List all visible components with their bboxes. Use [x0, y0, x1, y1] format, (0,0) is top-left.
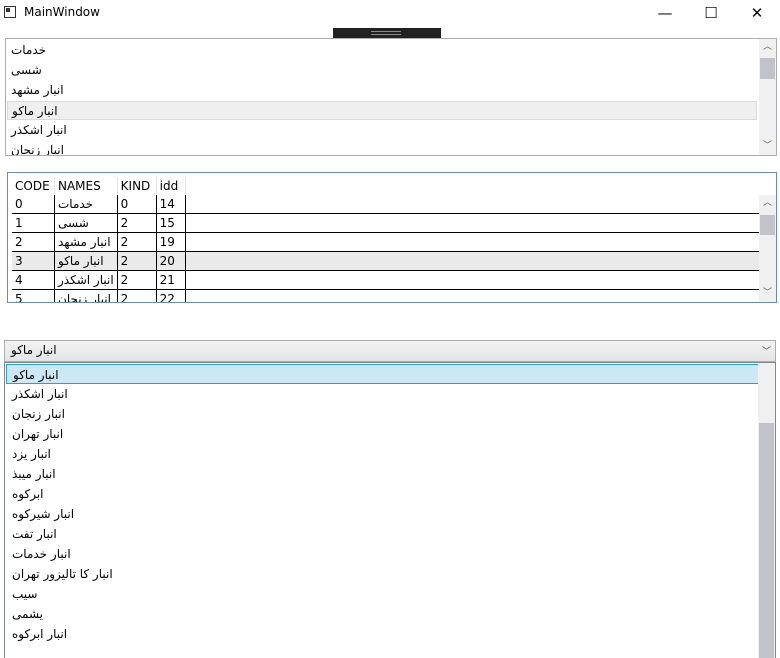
maximize-button[interactable]: ☐: [688, 0, 734, 26]
warehouse-combobox[interactable]: انبار ماکو ﹀: [4, 340, 776, 362]
row-filler: [185, 251, 773, 271]
dropdown-option[interactable]: انبار تهران: [6, 424, 760, 444]
column-header[interactable]: CODE: [12, 177, 55, 195]
table-row[interactable]: 2 انبار مشهد 2 19: [12, 232, 773, 252]
listbox-scrollbar[interactable]: ︿ ﹀: [759, 39, 776, 155]
close-button[interactable]: ✕: [734, 0, 780, 26]
table-cell[interactable]: خدمات: [54, 195, 118, 214]
dropdown-option[interactable]: انبار زنجان: [6, 404, 760, 424]
table-cell[interactable]: 0: [117, 195, 157, 214]
row-filler: [185, 213, 773, 233]
list-item[interactable]: خدمات: [7, 41, 757, 60]
title-bar[interactable]: MainWindow — ☐ ✕: [0, 0, 780, 26]
warehouse-listbox[interactable]: خدمات شسی انبار مشهد انبار ماکو انبار اشکذر ا…: [5, 38, 777, 156]
table-cell[interactable]: 2: [117, 289, 157, 302]
app-window-icon: [4, 6, 16, 18]
scroll-up-icon[interactable]: ︿: [759, 39, 776, 56]
scroll-thumb[interactable]: [760, 58, 775, 79]
table-cell[interactable]: انبار ماکو: [54, 251, 118, 271]
table-cell[interactable]: 2: [117, 251, 157, 271]
table-cell[interactable]: 2: [12, 232, 55, 252]
table-cell[interactable]: 2: [117, 213, 157, 233]
table-cell[interactable]: شسی: [54, 213, 118, 233]
warehouse-datagrid[interactable]: CODE NAMES KIND idd 0 خدمات 0 14 1 شسی 2 15 2 انبار …: [7, 172, 777, 303]
data-table: CODE NAMES KIND idd 0 خدمات 0 14 1 شسی 2 15 2 انبار …: [12, 177, 773, 302]
dropdown-scrollbar[interactable]: [758, 363, 775, 658]
table-cell[interactable]: 0: [12, 195, 55, 214]
table-cell[interactable]: انبار اشکذر: [54, 270, 118, 290]
table-cell[interactable]: 20: [156, 251, 186, 271]
scroll-thumb[interactable]: [760, 215, 775, 235]
dropdown-option[interactable]: انبار ابرکوه: [6, 624, 760, 644]
scroll-down-icon[interactable]: ﹀: [759, 138, 776, 155]
table-cell[interactable]: 2: [117, 232, 157, 252]
table-cell[interactable]: 21: [156, 270, 186, 290]
minimize-button[interactable]: —: [642, 0, 688, 26]
dropdown-option[interactable]: یشمی: [6, 604, 760, 624]
list-item[interactable]: انبار زنجان: [7, 141, 757, 155]
dropdown-option[interactable]: انبار ماکو: [6, 364, 760, 384]
dropdown-option[interactable]: انبار خدمات: [6, 544, 760, 564]
dropdown-option[interactable]: انبار اشکذر: [6, 384, 760, 404]
table-cell[interactable]: 14: [156, 195, 186, 214]
table-cell[interactable]: 2: [117, 270, 157, 290]
combobox-value: انبار ماکو: [11, 343, 57, 357]
table-row[interactable]: 4 انبار اشکذر 2 21: [12, 270, 773, 290]
list-item[interactable]: شسی: [7, 61, 757, 80]
row-filler: [185, 195, 773, 214]
list-item[interactable]: انبار ماکو: [7, 101, 757, 120]
close-icon: ✕: [750, 4, 764, 22]
table-cell[interactable]: 3: [12, 251, 55, 271]
table-cell[interactable]: انبار زنجان: [54, 289, 118, 302]
dropdown-option[interactable]: سیب: [6, 584, 760, 604]
table-row[interactable]: 0 خدمات 0 14: [12, 195, 773, 214]
list-item[interactable]: انبار مشهد: [7, 81, 757, 100]
minimize-icon: —: [657, 4, 673, 22]
scroll-up-icon[interactable]: ︿: [759, 195, 776, 212]
table-cell[interactable]: 19: [156, 232, 186, 252]
scroll-thumb[interactable]: [759, 423, 774, 658]
table-row[interactable]: 3 انبار ماکو 2 20: [12, 251, 773, 271]
row-filler: [185, 289, 773, 302]
chevron-down-icon[interactable]: ﹀: [762, 344, 771, 357]
row-filler: [185, 232, 773, 252]
column-header[interactable]: idd: [156, 177, 186, 195]
table-cell[interactable]: 4: [12, 270, 55, 290]
dropdown-option[interactable]: انبار شیرکوه: [6, 504, 760, 524]
dropdown-option[interactable]: انبار میبذ: [6, 464, 760, 484]
dropdown-option[interactable]: انبار تفت: [6, 524, 760, 544]
dropdown-option[interactable]: انبار کا تالیزور تهران: [6, 564, 760, 584]
table-cell[interactable]: 1: [12, 213, 55, 233]
list-item[interactable]: انبار اشکذر: [7, 121, 757, 140]
window-title: MainWindow: [24, 5, 100, 19]
dropdown-option[interactable]: ابرکوه: [6, 484, 760, 504]
column-header[interactable]: KIND: [117, 177, 157, 195]
combobox-dropdown[interactable]: انبار ماکو انبار اشکذر انبار زنجان انبار ته…: [4, 362, 776, 658]
table-cell[interactable]: 15: [156, 213, 186, 233]
grid-scrollbar[interactable]: ︿ ﹀: [759, 195, 776, 302]
maximize-icon: ☐: [704, 4, 718, 22]
table-row[interactable]: 1 شسی 2 15: [12, 213, 773, 233]
dropdown-option[interactable]: انبار یزد: [6, 444, 760, 464]
table-cell[interactable]: 5: [12, 289, 55, 302]
row-filler: [185, 270, 773, 290]
drag-handle[interactable]: [333, 28, 441, 38]
table-cell[interactable]: 22: [156, 289, 186, 302]
table-cell[interactable]: انبار مشهد: [54, 232, 118, 252]
scroll-down-icon[interactable]: ﹀: [759, 285, 776, 302]
table-row[interactable]: 5 انبار زنجان 2 22: [12, 289, 773, 302]
header-filler: [185, 177, 772, 195]
column-header[interactable]: NAMES: [54, 177, 118, 195]
